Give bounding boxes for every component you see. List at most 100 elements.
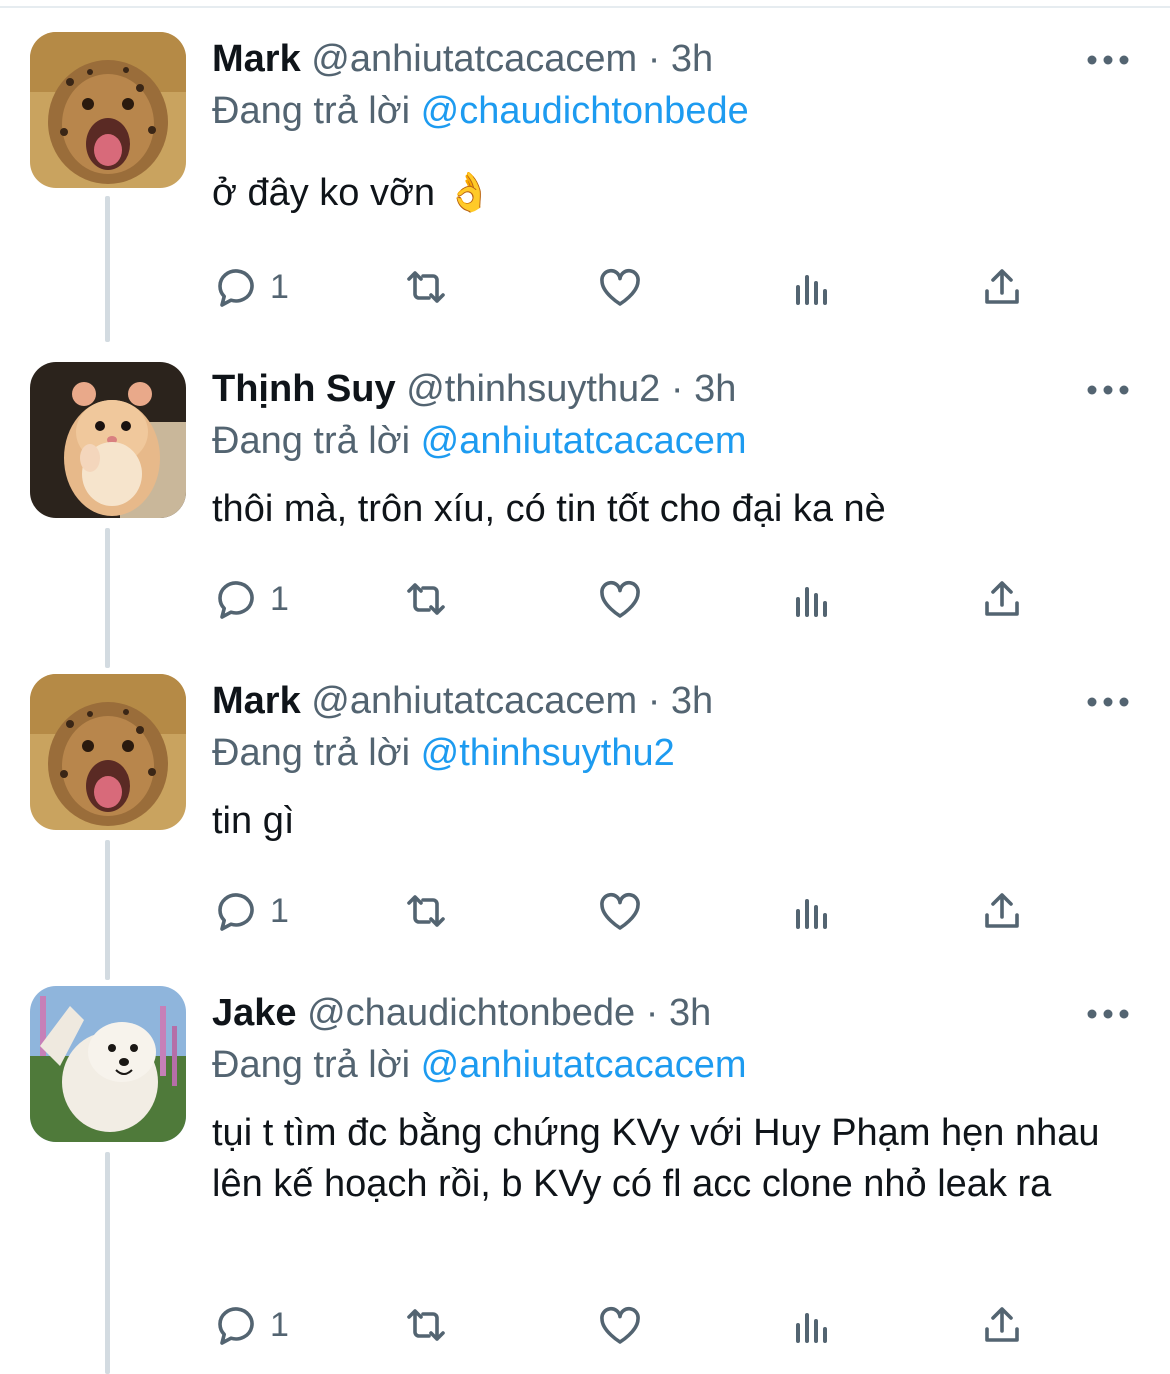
reply-count: 1: [270, 579, 289, 618]
analytics-button[interactable]: [788, 1300, 836, 1350]
share-icon: [985, 269, 1019, 304]
like-icon: [600, 268, 640, 306]
user-handle[interactable]: @anhiutatcacacem: [311, 38, 637, 80]
like-button[interactable]: [596, 886, 644, 936]
share-button[interactable]: [978, 262, 1026, 312]
retweet-button[interactable]: [402, 1300, 450, 1350]
display-name[interactable]: Thịnh Suy: [212, 368, 396, 410]
analytics-button[interactable]: [788, 574, 836, 624]
timestamp[interactable]: 3h: [671, 680, 713, 722]
separator: ·: [647, 38, 661, 80]
replying-to-label: Đang trả lời: [212, 732, 411, 774]
display-name[interactable]: Mark: [212, 38, 301, 80]
reply-icon: [218, 581, 254, 619]
tweet[interactable]: Mark @anhiutatcacacem · 3h Đang trả lời …: [0, 32, 1170, 332]
cheetah-cub-avatar-icon: [30, 32, 186, 188]
reply-button[interactable]: 1: [212, 574, 289, 624]
tweet-actions: 1: [212, 1300, 1062, 1350]
share-button[interactable]: [978, 886, 1026, 936]
separator: ·: [645, 992, 659, 1034]
separator: ·: [670, 368, 684, 410]
retweet-icon: [407, 271, 445, 303]
tweet-header: Mark @anhiutatcacacem · 3h: [212, 678, 713, 724]
reply-button[interactable]: 1: [212, 262, 289, 312]
share-icon: [985, 581, 1019, 616]
tweet-actions: 1: [212, 886, 1062, 936]
display-name[interactable]: Mark: [212, 680, 301, 722]
replying-to: Đang trả lời @chaudichtonbede: [212, 88, 749, 134]
reply-icon: [218, 1307, 254, 1345]
reply-mention-link[interactable]: @thinhsuythu2: [421, 732, 675, 774]
share-icon: [985, 893, 1019, 928]
display-name[interactable]: Jake: [212, 992, 297, 1034]
replying-to: Đang trả lời @thinhsuythu2: [212, 730, 675, 776]
analytics-icon: [796, 1313, 827, 1343]
reply-mention-link[interactable]: @anhiutatcacacem: [421, 420, 747, 462]
more-horizontal-icon[interactable]: [1086, 692, 1130, 712]
timestamp[interactable]: 3h: [669, 992, 711, 1034]
timestamp[interactable]: 3h: [694, 368, 736, 410]
separator: ·: [647, 680, 661, 722]
avatar[interactable]: [30, 32, 186, 188]
samoyed-dog-avatar-icon: [30, 986, 186, 1142]
reply-count: 1: [270, 891, 289, 930]
tweet-text: tụi t tìm đc bằng chứng KVy với Huy Phạm…: [212, 1112, 1100, 1205]
more-horizontal-icon[interactable]: [1086, 1004, 1130, 1024]
avatar[interactable]: [30, 986, 186, 1142]
retweet-button[interactable]: [402, 262, 450, 312]
analytics-button[interactable]: [788, 262, 836, 312]
tweet-text: ở đây ko vỡn 👌: [212, 172, 493, 214]
analytics-icon: [796, 899, 827, 929]
retweet-icon: [407, 583, 445, 615]
avatar[interactable]: [30, 362, 186, 518]
hamster-avatar-icon: [30, 362, 186, 518]
replying-to-label: Đang trả lời: [212, 1044, 411, 1086]
more-horizontal-icon[interactable]: [1086, 50, 1130, 70]
tweet-header: Jake @chaudichtonbede · 3h: [212, 990, 711, 1036]
tweet[interactable]: Thịnh Suy @thinhsuythu2 · 3h Đang trả lờ…: [0, 362, 1170, 652]
like-button[interactable]: [596, 262, 644, 312]
replying-to-label: Đang trả lời: [212, 420, 411, 462]
like-icon: [600, 1306, 640, 1344]
reply-count: 1: [270, 1305, 289, 1344]
timestamp[interactable]: 3h: [671, 38, 713, 80]
like-button[interactable]: [596, 574, 644, 624]
retweet-icon: [407, 895, 445, 927]
user-handle[interactable]: @thinhsuythu2: [406, 368, 660, 410]
more-horizontal-icon[interactable]: [1086, 380, 1130, 400]
tweet-header: Mark @anhiutatcacacem · 3h: [212, 36, 713, 82]
analytics-icon: [796, 275, 827, 305]
reply-mention-link[interactable]: @chaudichtonbede: [421, 90, 749, 132]
reply-icon: [218, 893, 254, 931]
share-icon: [985, 1307, 1019, 1342]
top-divider: [0, 6, 1170, 8]
tweet-text: tin gì: [212, 800, 295, 842]
share-button[interactable]: [978, 574, 1026, 624]
tweet-actions: 1: [212, 262, 1062, 312]
cheetah-cub-avatar-icon: [30, 674, 186, 830]
replying-to: Đang trả lời @anhiutatcacacem: [212, 418, 747, 464]
reply-button[interactable]: 1: [212, 886, 289, 936]
share-button[interactable]: [978, 1300, 1026, 1350]
like-icon: [600, 892, 640, 930]
user-handle[interactable]: @anhiutatcacacem: [311, 680, 637, 722]
like-icon: [600, 580, 640, 618]
tweet-text: thôi mà, trôn xíu, có tin tốt cho đại ka…: [212, 488, 886, 530]
reply-button[interactable]: 1: [212, 1300, 289, 1350]
replying-to-label: Đang trả lời: [212, 90, 411, 132]
retweet-icon: [407, 1309, 445, 1341]
tweet[interactable]: Jake @chaudichtonbede · 3h Đang trả lời …: [0, 986, 1170, 1374]
like-button[interactable]: [596, 1300, 644, 1350]
tweet-header: Thịnh Suy @thinhsuythu2 · 3h: [212, 366, 736, 412]
tweet[interactable]: Mark @anhiutatcacacem · 3h Đang trả lời …: [0, 674, 1170, 964]
retweet-button[interactable]: [402, 574, 450, 624]
user-handle[interactable]: @chaudichtonbede: [307, 992, 635, 1034]
tweet-actions: 1: [212, 574, 1062, 624]
analytics-button[interactable]: [788, 886, 836, 936]
reply-mention-link[interactable]: @anhiutatcacacem: [421, 1044, 747, 1086]
analytics-icon: [796, 587, 827, 617]
replying-to: Đang trả lời @anhiutatcacacem: [212, 1042, 747, 1088]
retweet-button[interactable]: [402, 886, 450, 936]
avatar[interactable]: [30, 674, 186, 830]
reply-count: 1: [270, 267, 289, 306]
